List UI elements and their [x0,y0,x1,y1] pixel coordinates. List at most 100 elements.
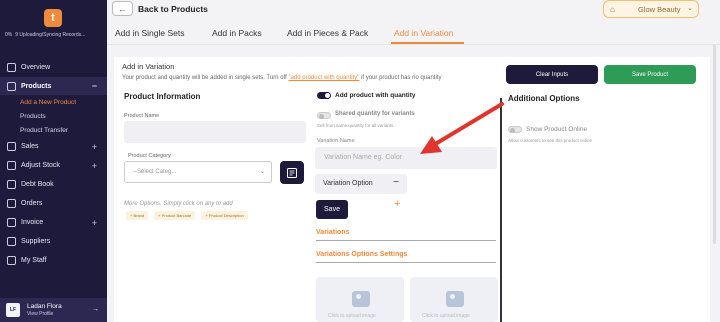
divider [316,240,496,241]
shared-quantity-toggle[interactable] [317,112,331,119]
expand-icon[interactable]: + [92,142,97,152]
add-list-icon [287,167,297,178]
sidebar: t 0% 9 Uploading/Syncing Records... Overv… [0,0,107,322]
toggle-knob [319,113,324,119]
upload-hint: Click to upload image [328,313,376,319]
sidebar-item-label: My Staff [21,257,47,264]
back-button[interactable]: ← [112,1,133,16]
variation-name-input[interactable]: Variation Name eg. Color [315,147,497,169]
section-title: Add in Variation [122,62,175,71]
sidebar-item-suppliers[interactable]: Suppliers [0,232,107,251]
show-online-sub: Allow customers to see this product onli… [508,138,593,143]
toggle-knob [325,93,330,98]
variation-option-field[interactable]: Variation Option − [315,174,407,194]
tab-single-sets[interactable]: Add in Single Sets [115,28,184,38]
divider [316,262,496,263]
category-placeholder: --Select Categ... [133,169,177,175]
sidebar-item-label: Adjust Stock [21,162,60,169]
sidebar-item-sales[interactable]: Sales + [0,137,107,156]
user-info: Ladan Flora View Profile [27,303,62,317]
sidebar-item-label: Products [21,82,52,90]
scrollbar[interactable] [713,44,716,244]
toggle-knob [510,127,515,133]
user-profile[interactable]: LF Ladan Flora View Profile → [0,298,107,322]
tab-variation[interactable]: Add in Variation [394,28,453,38]
store-name: Glow Beauty [638,5,681,14]
tab-bar: Add in Single Sets Add in Packs Add in P… [107,22,720,45]
image-upload-box[interactable]: Click to upload image [316,277,404,322]
image-icon [446,291,464,307]
image-upload-box[interactable]: Click to upload image [410,277,498,322]
sidebar-item-label: Suppliers [21,238,51,245]
stock-icon [7,161,16,170]
page-title[interactable]: Back to Products [138,4,208,14]
sidebar-subitem-add-new-product[interactable]: Add a New Product [0,95,107,109]
staff-icon [7,256,16,265]
barcode-chip[interactable]: + Product Barcode [154,211,196,220]
product-name-label: Product Name [124,113,160,119]
section-description: Your product and quantity will be added … [122,75,441,81]
grid-icon [7,63,16,72]
product-name-input[interactable] [124,121,306,143]
more-options-text: More Options, Simply click on any to add [124,201,233,207]
tab-packs[interactable]: Add in Packs [212,28,262,38]
sidebar-item-products[interactable]: Products − [0,77,107,95]
minus-icon[interactable]: − [393,177,399,188]
description-chip[interactable]: + Product Description [201,211,248,220]
variation-option-label: Variation Option [323,180,373,187]
add-option-icon[interactable]: + [394,198,400,210]
cart-icon [7,142,16,151]
tab-pieces-pack[interactable]: Add in Pieces & Pack [287,28,368,38]
expand-icon[interactable]: + [92,161,97,171]
sidebar-subitem-products[interactable]: Products [0,109,107,123]
shared-quantity-label: Shared quantity for variants [335,111,415,117]
quantity-link[interactable]: "add product with quantity" [288,75,359,81]
top-header: ← Back to Products ⌂ Glow Beauty ⌄ [107,0,720,18]
sidebar-nav: Overview Products − Add a New Product Pr… [0,58,107,270]
sidebar-item-label: Overview [21,64,51,71]
book-icon [7,180,16,189]
sidebar-item-my-staff[interactable]: My Staff [0,251,107,270]
sidebar-item-label: Invoice [21,219,44,226]
sidebar-item-adjust-stock[interactable]: Adjust Stock + [0,156,107,175]
variations-heading: Variations [316,229,350,236]
sidebar-item-orders[interactable]: Orders [0,194,107,213]
save-variation-button[interactable]: Save [316,200,348,219]
clear-inputs-button[interactable]: Clear Inputs [506,65,598,84]
show-online-label: Show Product Online [526,126,588,133]
sync-text: 9 Uploading/Syncing Records... [15,32,86,38]
arrow-right-icon[interactable]: → [92,306,99,313]
variation-name-placeholder: Variation Name eg. Color [324,154,403,161]
sidebar-item-label: Debt Book [21,181,54,188]
show-online-toggle[interactable] [508,126,522,133]
sidebar-item-debt-book[interactable]: Debt Book [0,175,107,194]
store-selector[interactable]: ⌂ Glow Beauty ⌄ [603,0,699,18]
chevron-down-icon: ⌄ [687,5,693,12]
suppliers-icon [7,237,16,246]
sidebar-item-overview[interactable]: Overview [0,58,107,77]
sidebar-item-invoice[interactable]: Invoice + [0,213,107,232]
variations-settings-heading: Variations Options Settings [316,251,408,258]
expand-icon[interactable]: + [92,218,97,228]
invoice-icon [7,218,16,227]
user-name: Ladan Flora [27,303,62,310]
save-product-button[interactable]: Save Product [604,65,696,84]
brand-chip[interactable]: + Brand [126,211,149,220]
collapse-icon[interactable]: − [92,81,97,91]
add-category-button[interactable] [280,161,304,184]
with-quantity-toggle[interactable] [317,92,331,99]
view-profile-link[interactable]: View Profile [27,311,62,317]
box-icon [7,81,16,91]
form-card: Add in Variation Your product and quanti… [114,57,710,322]
sidebar-item-label: Sales [21,143,39,150]
product-category-label: Product Category [128,153,171,159]
upload-hint: Click to upload image [422,313,470,319]
option-chips: + Brand + Product Barcode + Product Desc… [126,211,248,220]
sync-status: 0% 9 Uploading/Syncing Records... [5,32,85,38]
product-category-select[interactable]: --Select Categ... ⌄ [124,161,272,183]
app-logo[interactable]: t [44,9,62,27]
sidebar-item-label: Orders [21,200,43,207]
sidebar-subitem-product-transfer[interactable]: Product Transfer [0,123,107,137]
orders-icon [7,199,16,208]
chevron-down-icon: ⌄ [259,169,265,175]
